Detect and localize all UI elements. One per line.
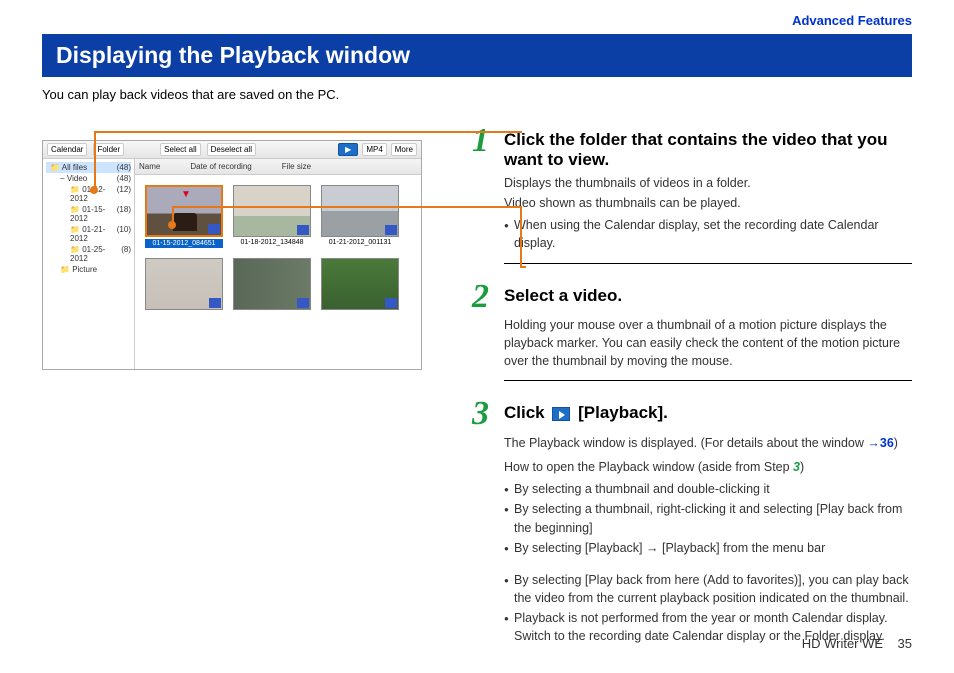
intro-text: You can play back videos that are saved …	[42, 87, 912, 102]
format-mp4: MP4	[362, 143, 386, 156]
page-footer: HD Writer WE 35	[802, 636, 912, 651]
thumb-label-2: 01-18-2012_134848	[233, 239, 311, 246]
page-ref-link[interactable]: →36	[867, 436, 893, 450]
step1-line2: Video shown as thumbnails can be played.	[504, 194, 912, 212]
step3-bullet1: By selecting a thumbnail and double-clic…	[504, 480, 912, 498]
playback-icon	[552, 407, 570, 421]
tab-calendar: Calendar	[47, 143, 87, 156]
step-number-3: 3	[472, 399, 496, 430]
col-size: File size	[282, 162, 311, 171]
step3-line2: How to open the Playback window (aside f…	[504, 458, 912, 476]
play-button-toolbar: ▶	[338, 143, 358, 156]
step-title-2: Select a video.	[504, 286, 622, 306]
step3-bullet4: By selecting [Play back from here (Add t…	[504, 571, 912, 607]
page-title: Displaying the Playback window	[42, 34, 912, 77]
thumb-label-3: 01-21-2012_001131	[321, 239, 399, 246]
col-name: Name	[139, 162, 160, 171]
step-title-1: Click the folder that contains the video…	[504, 130, 912, 170]
section-link[interactable]: Advanced Features	[792, 13, 912, 28]
step1-line1: Displays the thumbnails of videos in a f…	[504, 174, 912, 192]
tab-folder: Folder	[93, 143, 124, 156]
step2-line1: Holding your mouse over a thumbnail of a…	[504, 316, 912, 370]
col-date: Date of recording	[190, 162, 251, 171]
step3-bullet2: By selecting a thumbnail, right-clicking…	[504, 500, 912, 536]
thumb-label-1: 01-15-2012_084651	[145, 239, 223, 248]
btn-deselect-all: Deselect all	[207, 143, 256, 156]
app-screenshot: Calendar Folder Select all Deselect all …	[42, 140, 422, 370]
step1-bullet1: When using the Calendar display, set the…	[504, 216, 912, 252]
btn-select-all: Select all	[160, 143, 200, 156]
step3-bullet3: By selecting [Playback] → [Playback] fro…	[504, 539, 912, 557]
btn-more: More	[391, 143, 417, 156]
step-title-3: Click [Playback].	[504, 403, 668, 423]
step3-line1: The Playback window is displayed. (For d…	[504, 434, 912, 452]
step-number-2: 2	[472, 282, 496, 313]
folder-tree: 📁 All files(48) − Video(48) 📁 01-12-2012…	[43, 159, 135, 369]
